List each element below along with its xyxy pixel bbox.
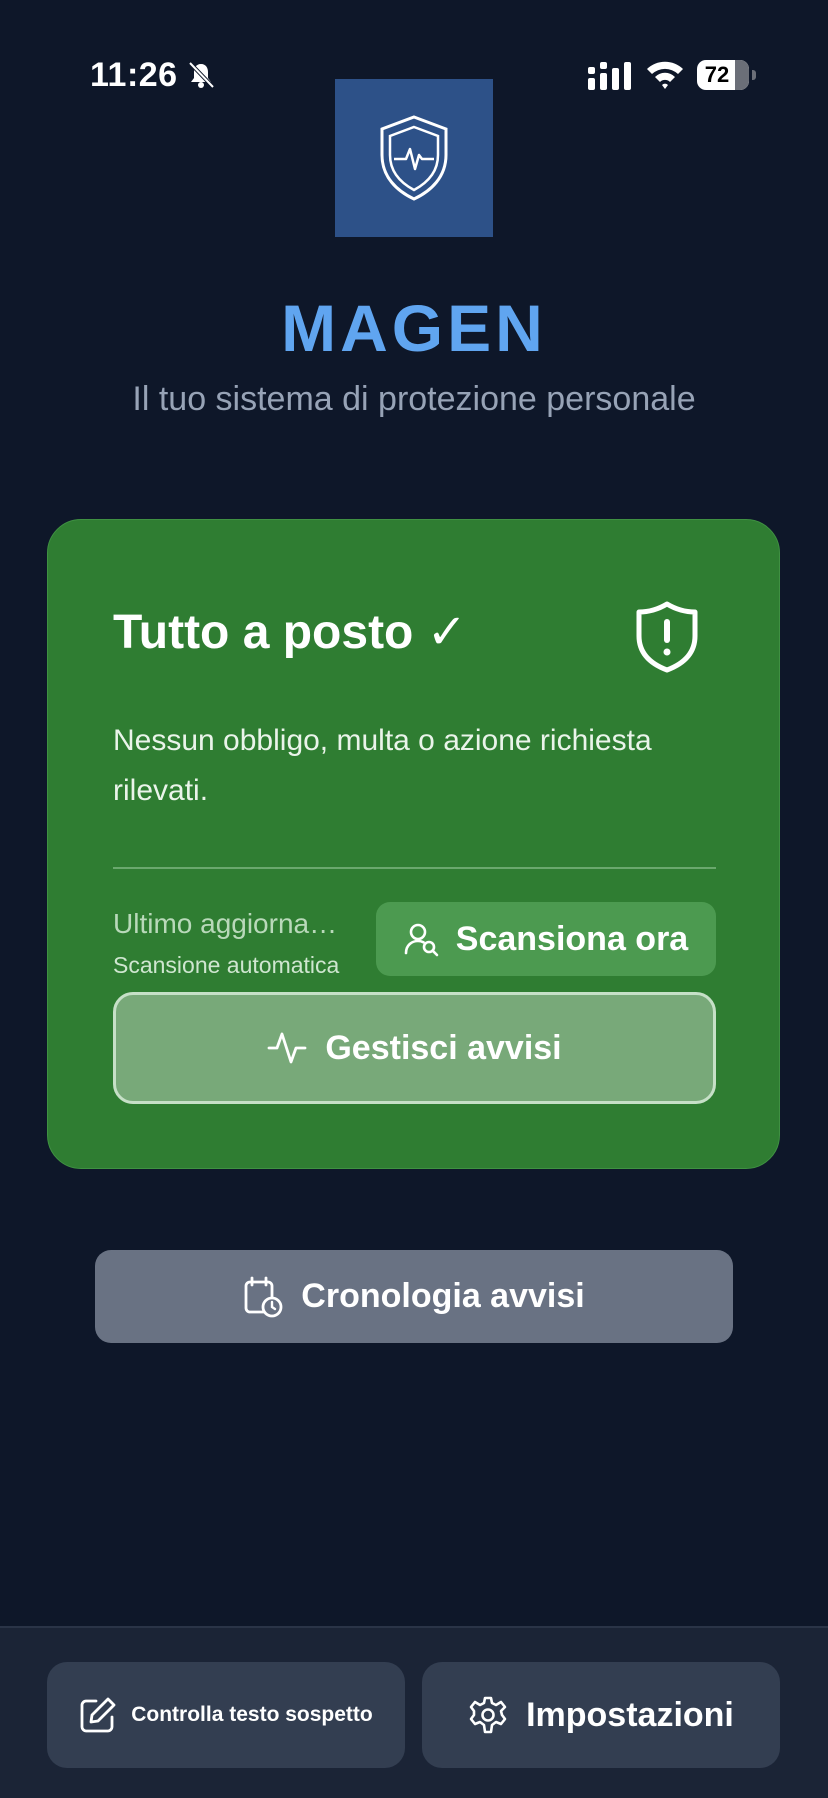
status-title: Tutto a posto ✓ xyxy=(113,606,467,659)
scan-now-button[interactable]: Scansiona ora xyxy=(376,902,716,976)
bell-slash-icon xyxy=(188,61,215,89)
wifi-icon xyxy=(647,61,683,89)
activity-icon xyxy=(267,1032,307,1064)
manage-alerts-label: Gestisci avvisi xyxy=(325,1028,562,1067)
user-search-icon xyxy=(404,923,439,957)
bottom-bar: Controlla testo sospetto Impostazioni xyxy=(0,1626,828,1798)
manage-alerts-button[interactable]: Gestisci avvisi xyxy=(113,992,716,1104)
status-time: 11:26 xyxy=(90,56,178,94)
alert-history-button[interactable]: Cronologia avvisi xyxy=(95,1250,733,1343)
app-title: MAGEN xyxy=(281,291,547,365)
check-suspicious-text-button[interactable]: Controlla testo sospetto xyxy=(47,1662,405,1768)
scan-now-label: Scansiona ora xyxy=(455,919,689,958)
alert-history-label: Cronologia avvisi xyxy=(301,1277,585,1315)
edit-icon xyxy=(80,1697,116,1733)
signal-icon xyxy=(588,62,631,90)
status-description: Nessun obbligo, multa o azione richiesta… xyxy=(113,724,652,807)
calendar-clock-icon xyxy=(244,1276,283,1317)
app-subtitle: Il tuo sistema di protezione personale xyxy=(132,380,696,418)
home-screen: 11:26 72 MAGEN Il tuo sistema di protezi… xyxy=(0,0,828,1798)
last-update-label: Ultimo aggiornamento xyxy=(113,908,341,939)
check-suspicious-text-label: Controlla testo sospetto xyxy=(131,1703,373,1726)
card-divider xyxy=(113,867,716,869)
app-logo xyxy=(335,79,493,237)
gear-icon xyxy=(469,1696,507,1734)
settings-label: Impostazioni xyxy=(526,1695,734,1734)
battery-level: 72 xyxy=(704,62,730,87)
settings-button[interactable]: Impostazioni xyxy=(422,1662,780,1768)
shield-heartbeat-icon xyxy=(380,115,448,201)
protection-status-card: Tutto a posto ✓ Nessun obbligo, multa o … xyxy=(47,519,780,1169)
battery-icon: 72 xyxy=(697,60,759,90)
auto-scan-label: Scansione automatica xyxy=(113,952,340,978)
shield-alert-icon xyxy=(636,601,698,673)
